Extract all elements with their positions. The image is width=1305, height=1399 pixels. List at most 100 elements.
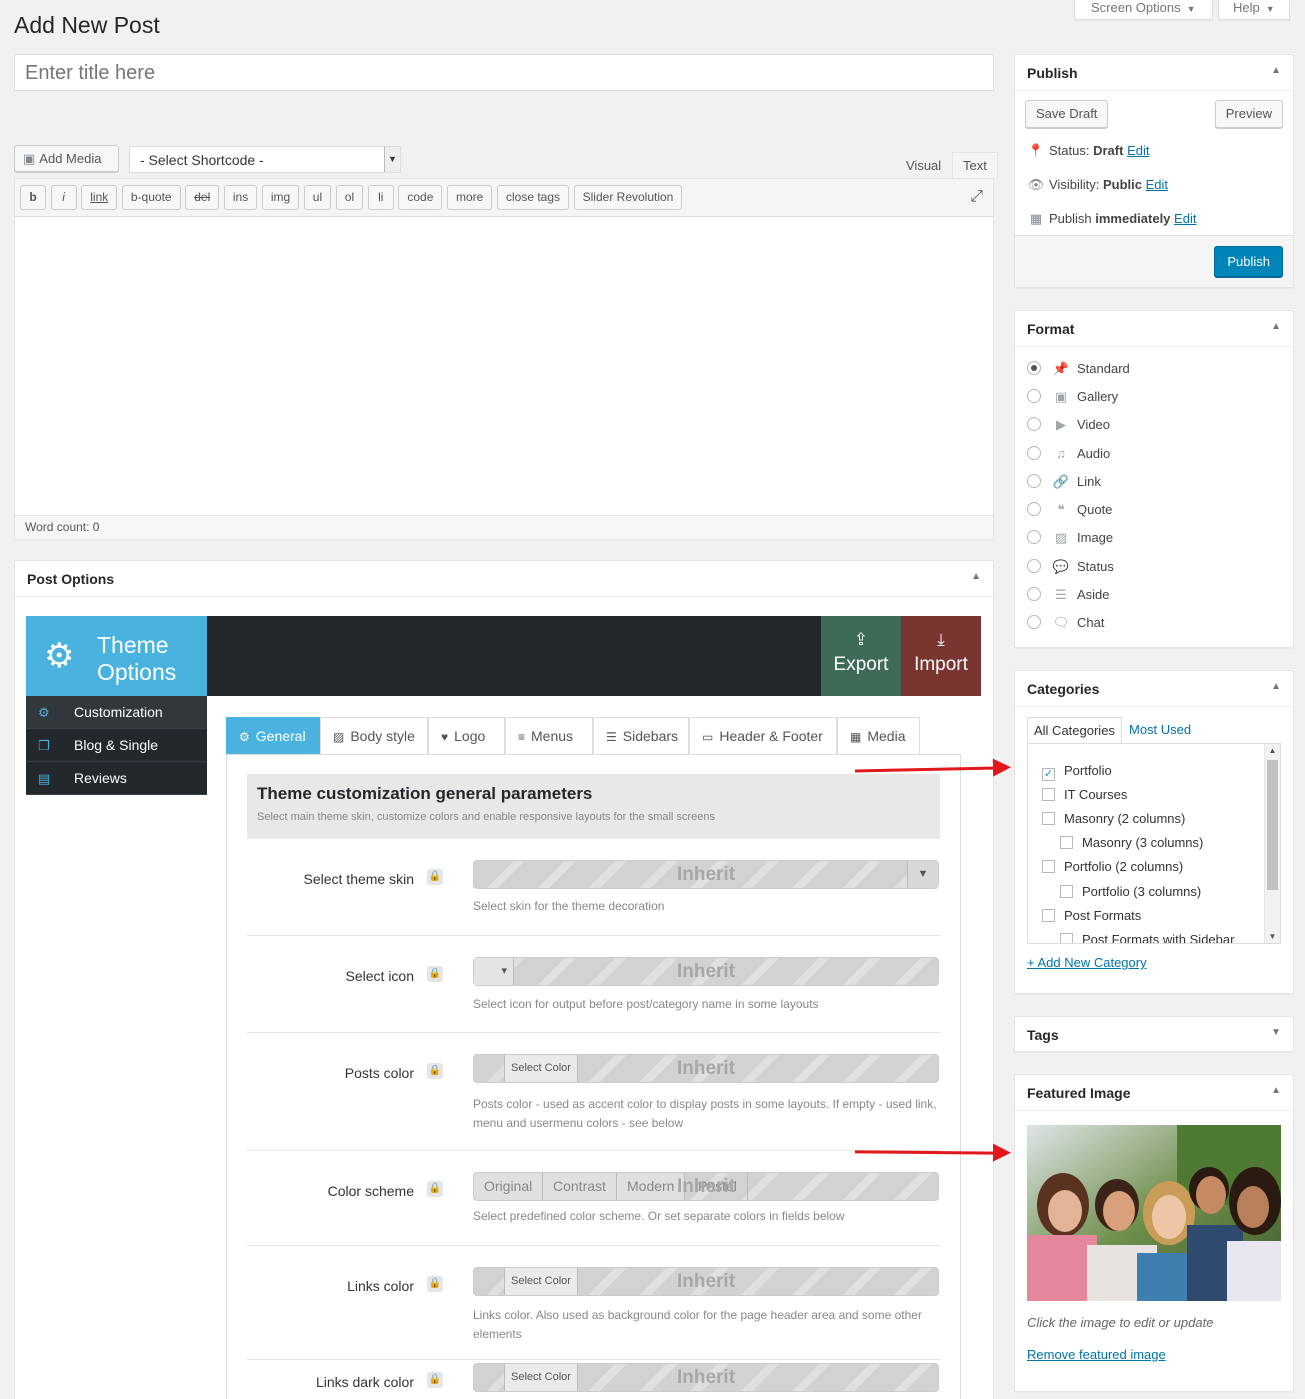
qt-img-button[interactable]: img — [261, 185, 300, 210]
lock-icon[interactable]: 🔒 — [427, 1181, 443, 1197]
format-status[interactable]: 💬 Status — [1027, 557, 1114, 577]
posts-color-field[interactable]: Inherit Select Color — [473, 1054, 939, 1083]
select-color-button[interactable]: Select Color — [504, 1055, 578, 1082]
format-quote[interactable]: ❝ Quote — [1027, 500, 1112, 520]
radio-button[interactable] — [1027, 389, 1041, 403]
publish-header[interactable]: Publish ▲ — [1015, 55, 1293, 91]
radio-button[interactable] — [1027, 530, 1041, 544]
category-item[interactable]: Post Formats — [1042, 907, 1141, 925]
checkbox-checked[interactable]: ✓ — [1042, 768, 1055, 781]
radio-button[interactable] — [1027, 361, 1041, 375]
expand-icon[interactable]: ▼ — [1271, 1027, 1281, 1038]
featured-image-thumbnail[interactable] — [1027, 1125, 1281, 1301]
collapse-icon[interactable]: ▲ — [1271, 1085, 1281, 1096]
format-standard[interactable]: 📌 Standard — [1027, 359, 1130, 379]
select-color-button[interactable]: Select Color — [504, 1268, 578, 1295]
tab-text[interactable]: Text — [952, 152, 998, 179]
links-color-field[interactable]: Inherit Select Color — [473, 1267, 939, 1296]
checkbox[interactable] — [1042, 860, 1055, 873]
theme-skin-select[interactable]: Inherit ▼ — [473, 860, 939, 889]
qt-slider-revolution-button[interactable]: Slider Revolution — [573, 185, 683, 210]
tab-logo[interactable]: ♥ Logo — [428, 717, 505, 754]
format-gallery[interactable]: ▣ Gallery — [1027, 387, 1118, 407]
collapse-icon[interactable]: ▲ — [1271, 65, 1281, 76]
checkbox[interactable] — [1060, 933, 1073, 943]
collapse-icon[interactable]: ▲ — [1271, 681, 1281, 692]
qt-link-button[interactable]: link — [81, 185, 118, 210]
post-options-header[interactable]: Post Options ▲ — [15, 561, 993, 597]
format-aside[interactable]: ☰ Aside — [1027, 585, 1110, 605]
tab-header-footer[interactable]: ▭ Header & Footer — [689, 717, 837, 754]
format-audio[interactable]: ♫ Audio — [1027, 444, 1110, 464]
tab-body-style[interactable]: ▨ Body style — [320, 717, 428, 754]
qt-more-button[interactable]: more — [447, 185, 493, 210]
select-icon-field[interactable]: Inherit ▾ — [473, 957, 939, 986]
format-chat[interactable]: 🗨 Chat — [1027, 613, 1104, 633]
fullscreen-icon[interactable]: ⤢ — [970, 188, 983, 206]
qt-ol-button[interactable]: ol — [335, 185, 364, 210]
save-draft-button[interactable]: Save Draft — [1025, 100, 1109, 128]
lock-icon[interactable]: 🔒 — [427, 966, 443, 982]
qt-bquote-button[interactable]: b-quote — [121, 185, 181, 210]
lock-icon[interactable]: 🔒 — [427, 1276, 443, 1292]
qt-bold-button[interactable]: b — [20, 185, 46, 210]
checkbox[interactable] — [1042, 909, 1055, 922]
scrollbar[interactable]: ▲ ▼ — [1264, 744, 1280, 943]
edit-schedule-link[interactable]: Edit — [1174, 211, 1196, 226]
radio-button[interactable] — [1027, 587, 1041, 601]
category-item[interactable]: ✓ Portfolio — [1042, 762, 1112, 781]
radio-button[interactable] — [1027, 615, 1041, 629]
menu-item-customization[interactable]: ⚙ Customization — [26, 696, 207, 729]
tab-sidebars[interactable]: ☰ Sidebars — [593, 717, 689, 754]
lock-icon[interactable]: 🔒 — [427, 1063, 443, 1079]
checkbox[interactable] — [1042, 812, 1055, 825]
scroll-up-icon[interactable]: ▲ — [1265, 746, 1280, 755]
categories-header[interactable]: Categories ▲ — [1015, 671, 1293, 707]
qt-italic-button[interactable]: i — [50, 185, 77, 210]
edit-visibility-link[interactable]: Edit — [1146, 177, 1168, 192]
radio-button[interactable] — [1027, 502, 1041, 516]
tags-header[interactable]: Tags ▼ — [1015, 1017, 1293, 1053]
tab-most-used[interactable]: Most Used — [1123, 717, 1197, 744]
add-media-button[interactable]: ▣ Add Media — [14, 145, 119, 172]
lock-icon[interactable]: 🔒 — [427, 869, 443, 885]
radio-button[interactable] — [1027, 474, 1041, 488]
format-video[interactable]: ▶ Video — [1027, 415, 1110, 435]
screen-options-button[interactable]: Screen Options ▼ — [1074, 0, 1213, 20]
checkbox[interactable] — [1060, 885, 1073, 898]
format-image[interactable]: ▨ Image — [1027, 528, 1113, 548]
category-item[interactable]: Post Formats with Sidebar — [1060, 931, 1234, 943]
export-button[interactable]: ⇪ Export — [821, 616, 901, 696]
category-item[interactable]: Portfolio (2 columns) — [1042, 858, 1183, 876]
links-dark-color-field[interactable]: Inherit Select Color — [473, 1363, 939, 1392]
post-title-input[interactable]: Enter title here — [14, 54, 994, 91]
featured-image-header[interactable]: Featured Image ▲ — [1015, 1075, 1293, 1111]
category-item[interactable]: Masonry (2 columns) — [1042, 810, 1185, 828]
qt-ul-button[interactable]: ul — [303, 185, 332, 210]
remove-featured-image-link[interactable]: Remove featured image — [1027, 1347, 1166, 1362]
collapse-icon[interactable]: ▲ — [971, 571, 981, 582]
category-item[interactable]: Portfolio (3 columns) — [1060, 883, 1201, 901]
format-header[interactable]: Format ▲ — [1015, 311, 1293, 347]
tab-all-categories[interactable]: All Categories — [1027, 717, 1122, 744]
lock-icon[interactable]: 🔒 — [427, 1372, 443, 1388]
tab-general[interactable]: ⚙ General — [226, 717, 320, 754]
category-item[interactable]: IT Courses — [1042, 786, 1127, 804]
format-link[interactable]: 🔗 Link — [1027, 472, 1101, 492]
menu-item-reviews[interactable]: ▤ Reviews — [26, 762, 207, 795]
import-button[interactable]: ⤓ Import — [901, 616, 981, 696]
scroll-down-icon[interactable]: ▼ — [1265, 932, 1280, 941]
editor-textarea[interactable] — [15, 217, 993, 515]
shortcode-select[interactable]: - Select Shortcode - ▼ — [129, 146, 401, 173]
menu-item-blog-single[interactable]: ❐ Blog & Single — [26, 729, 207, 762]
category-item[interactable]: Masonry (3 columns) — [1060, 834, 1203, 852]
preview-button[interactable]: Preview — [1214, 100, 1283, 128]
tab-media[interactable]: ▦ Media — [837, 717, 920, 754]
help-button[interactable]: Help ▼ — [1218, 0, 1290, 20]
checkbox[interactable] — [1042, 788, 1055, 801]
radio-button[interactable] — [1027, 417, 1041, 431]
tab-visual[interactable]: Visual — [895, 152, 952, 179]
collapse-icon[interactable]: ▲ — [1271, 321, 1281, 332]
qt-li-button[interactable]: li — [367, 185, 394, 210]
select-color-button[interactable]: Select Color — [504, 1364, 578, 1391]
